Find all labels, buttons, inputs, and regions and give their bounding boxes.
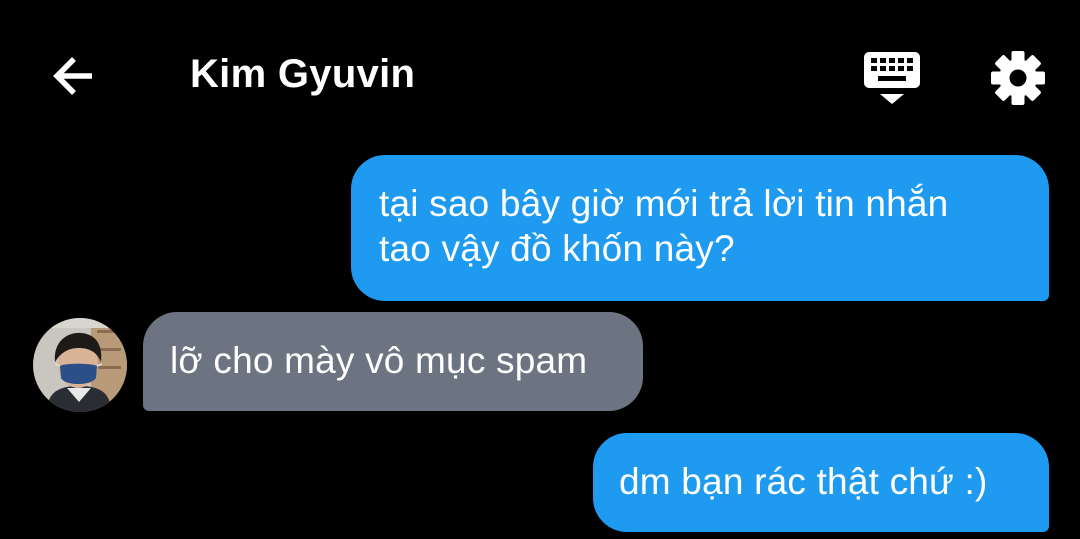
message-line: dm bạn rác thật chứ :) — [619, 461, 988, 502]
gear-icon — [991, 51, 1045, 105]
keyboard-button[interactable] — [860, 48, 924, 108]
message-line: tao vậy đồ khốn này? — [379, 228, 735, 269]
message-line: tại sao bây giờ mới trả lời tin nhắn — [379, 183, 949, 224]
settings-button[interactable] — [986, 46, 1050, 110]
back-button[interactable] — [46, 48, 102, 104]
contact-avatar[interactable] — [33, 318, 127, 412]
contact-name: Kim Gyuvin — [190, 52, 416, 96]
message-bubble-sent[interactable]: dm bạn rác thật chứ :) — [593, 433, 1049, 532]
message-bubble-received[interactable]: lỡ cho mày vô mục spam — [143, 312, 643, 411]
message-line: lỡ cho mày vô mục spam — [170, 340, 588, 381]
arrow-left-icon — [53, 57, 92, 95]
message-bubble-sent[interactable]: tại sao bây giờ mới trả lời tin nhắn tao… — [351, 155, 1049, 301]
chat-header: Kim Gyuvin — [0, 0, 1080, 150]
avatar-photo — [33, 318, 127, 412]
keyboard-hide-icon — [864, 52, 920, 104]
